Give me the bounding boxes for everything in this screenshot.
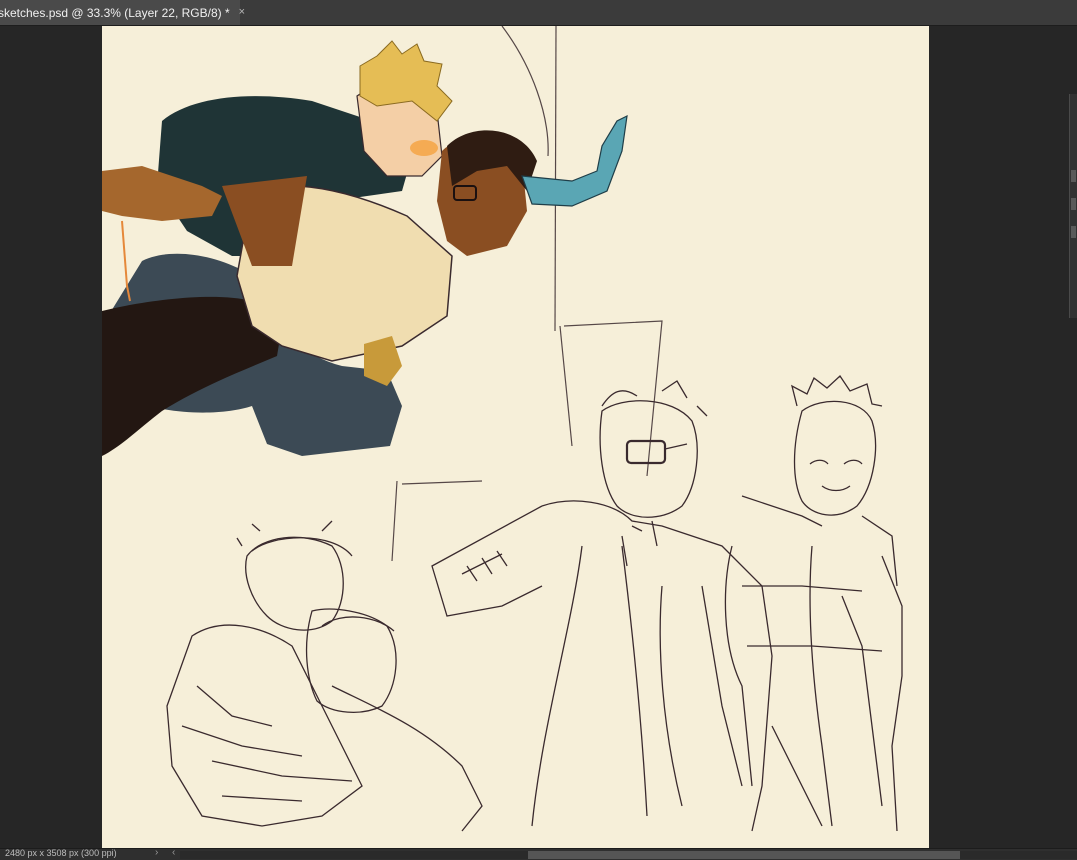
document-tab-bar: sketches.psd @ 33.3% (Layer 22, RGB/8) *…: [0, 0, 1077, 26]
panel-indicator: [1071, 170, 1076, 182]
document-info[interactable]: 2480 px x 3508 px (300 ppi): [5, 848, 117, 858]
canvas-workspace[interactable]: [0, 26, 1077, 848]
document-canvas[interactable]: [102, 26, 929, 848]
horizontal-scrollbar-thumb[interactable]: [528, 851, 960, 859]
photoshop-window: sketches.psd @ 33.3% (Layer 22, RGB/8) *…: [0, 0, 1077, 860]
artwork: [102, 26, 903, 832]
color-figure-group: [102, 40, 628, 456]
scroll-left-icon[interactable]: ‹: [172, 847, 175, 858]
status-menu-arrow-icon[interactable]: ›: [155, 847, 158, 858]
document-tab-title[interactable]: sketches.psd @ 33.3% (Layer 22, RGB/8) *: [0, 6, 230, 20]
panel-indicator: [1071, 226, 1076, 238]
status-bar: 2480 px x 3508 px (300 ppi) › ‹: [0, 847, 1077, 860]
panel-indicator: [1071, 198, 1076, 210]
close-tab-icon[interactable]: ×: [239, 7, 245, 18]
document-tab[interactable]: sketches.psd @ 33.3% (Layer 22, RGB/8) *…: [0, 0, 245, 25]
